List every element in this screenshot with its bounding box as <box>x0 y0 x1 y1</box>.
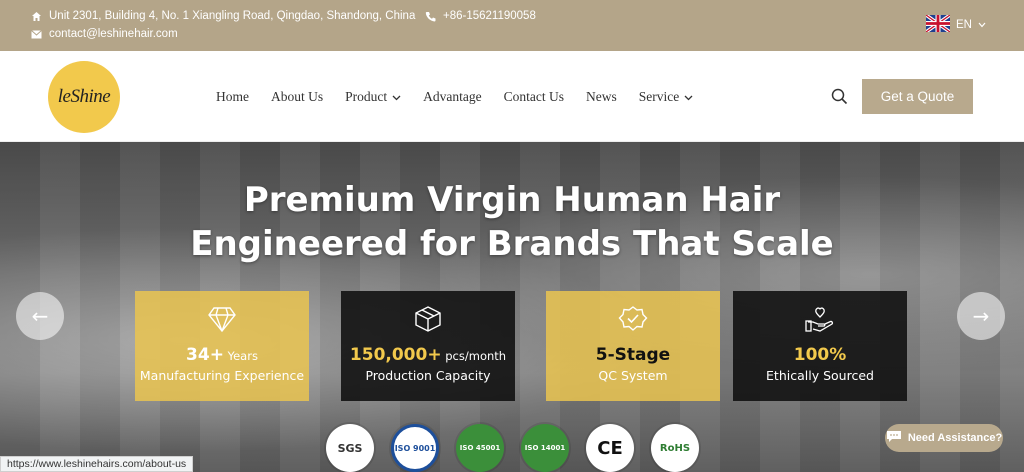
stat-label: Ethically Sourced <box>766 368 874 383</box>
stat-value: 100% <box>793 345 847 365</box>
stat-value: 34+ <box>186 345 224 365</box>
stat-card-capacity: 150,000+ pcs/month Production Capacity <box>341 291 515 401</box>
stat-label: Manufacturing Experience <box>139 368 305 383</box>
hand-heart-icon <box>805 305 835 333</box>
email-text[interactable]: contact@leshinehair.com <box>49 28 178 40</box>
chat-icon <box>886 430 902 446</box>
box-icon <box>413 305 443 333</box>
stat-value-line: 5-Stage <box>596 345 670 365</box>
need-assistance-button[interactable]: Need Assistance? <box>885 424 1003 452</box>
hero-headline: Premium Virgin Human Hair Engineered for… <box>0 178 1024 266</box>
language-label: EN <box>956 19 972 31</box>
email-row[interactable]: contact@leshinehair.com <box>31 28 178 40</box>
iso-14001-badge: ISO 14001 <box>521 424 569 472</box>
address-text: Unit 2301, Building 4, No. 1 Xiangling R… <box>49 10 416 22</box>
nav-label: Contact Us <box>503 89 564 104</box>
brand-logo[interactable]: leShine <box>48 61 120 133</box>
headline-line-1: Premium Virgin Human Hair <box>243 180 781 220</box>
iso-45001-badge: ISO 45001 <box>456 424 504 472</box>
headline-line-2: Engineered for Brands That Scale <box>190 224 834 264</box>
chevron-down-icon <box>978 19 986 31</box>
uk-flag-icon <box>924 13 952 35</box>
stat-value: 5-Stage <box>595 345 671 365</box>
sgs-badge: SGS <box>326 424 374 472</box>
nav-label: Service <box>638 89 680 104</box>
nav-label: Advantage <box>423 89 482 104</box>
stat-value: 150,000+ <box>349 345 442 365</box>
language-selector[interactable]: EN <box>924 13 986 35</box>
address-row: Unit 2301, Building 4, No. 1 Xiangling R… <box>31 10 415 22</box>
nav-item-home[interactable]: Home <box>216 89 249 105</box>
stat-label: QC System <box>598 368 668 383</box>
top-info-bar: Unit 2301, Building 4, No. 1 Xiangling R… <box>0 0 1024 51</box>
phone-row[interactable]: +86-15621190058 <box>425 10 536 22</box>
home-icon <box>31 11 42 22</box>
get-quote-button[interactable]: Get a Quote <box>862 79 973 114</box>
phone-text[interactable]: +86-15621190058 <box>443 10 536 22</box>
nav-label: Home <box>216 89 249 104</box>
nav-label: About Us <box>271 89 324 104</box>
nav-item-news[interactable]: News <box>586 89 617 105</box>
stat-card-ethics: 100% Ethically Sourced <box>733 291 907 401</box>
stat-value-line: 150,000+ pcs/month <box>350 345 506 365</box>
rohs-badge: RoHS <box>651 424 699 472</box>
stat-card-qc: 5-Stage QC System <box>546 291 720 401</box>
next-slide-button[interactable]: → <box>957 292 1005 340</box>
stat-value-line: 100% <box>794 345 847 365</box>
nav-label: Product <box>345 89 388 104</box>
arrow-left-icon: ← <box>31 304 49 328</box>
nav-item-service[interactable]: Service <box>639 89 693 105</box>
nav-item-product[interactable]: Product <box>345 89 401 105</box>
stat-value-line: 34+ Years <box>186 345 258 365</box>
stat-unit: pcs/month <box>445 349 507 363</box>
logo-text: leShine <box>57 86 111 107</box>
arrow-right-icon: → <box>972 304 990 328</box>
prev-slide-button[interactable]: ← <box>16 292 64 340</box>
main-nav: leShine Home About Us Product Advantage … <box>0 51 1024 142</box>
chevron-down-icon <box>684 89 693 105</box>
nav-item-about-us[interactable]: About Us <box>271 89 323 105</box>
ce-badge: CE <box>586 424 634 472</box>
mail-icon <box>31 29 42 40</box>
stat-unit: Years <box>227 349 258 363</box>
stat-card-experience: 34+ Years Manufacturing Experience <box>135 291 309 401</box>
hero-banner: Premium Virgin Human Hair Engineered for… <box>0 142 1024 472</box>
phone-icon <box>425 11 436 22</box>
certification-badges: SGS ISO 9001 ISO 45001 ISO 14001 CE RoHS <box>326 424 699 472</box>
nav-item-advantage[interactable]: Advantage <box>423 89 481 105</box>
nav-item-contact-us[interactable]: Contact Us <box>504 89 564 105</box>
stat-label: Production Capacity <box>365 368 491 383</box>
browser-status-url: https://www.leshinehairs.com/about-us <box>0 456 194 472</box>
badge-check-icon <box>618 305 648 333</box>
assistance-label: Need Assistance? <box>907 432 1003 444</box>
search-icon[interactable] <box>831 88 848 105</box>
nav-label: News <box>586 89 617 104</box>
diamond-icon <box>207 305 237 333</box>
chevron-down-icon <box>392 89 401 105</box>
iso-9001-badge: ISO 9001 <box>391 424 439 472</box>
nav-menu: Home About Us Product Advantage Contact … <box>216 89 715 105</box>
